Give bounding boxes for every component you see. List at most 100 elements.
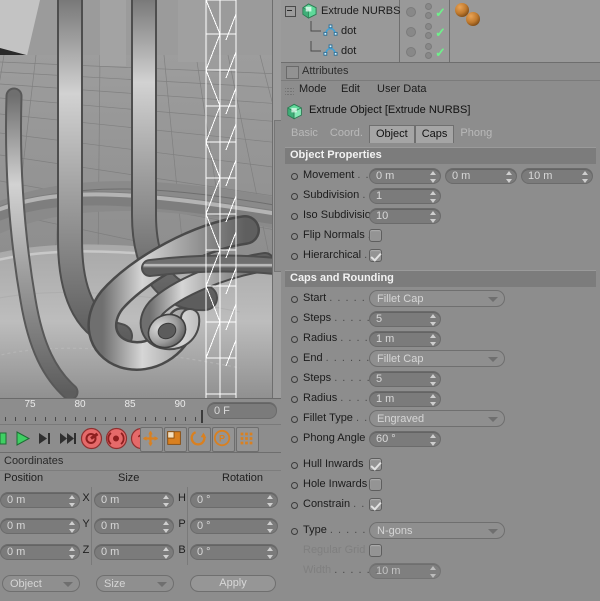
position-field[interactable]: 0 m bbox=[0, 492, 80, 508]
move-tool-icon[interactable] bbox=[140, 427, 163, 452]
panel-toggle-icon[interactable] bbox=[286, 66, 299, 79]
visibility-dot-icon[interactable] bbox=[406, 7, 416, 17]
scale-tool-icon[interactable] bbox=[164, 427, 187, 452]
enabled-check-icon[interactable]: ✓ bbox=[435, 46, 446, 59]
property-bullet-icon[interactable] bbox=[291, 336, 298, 343]
size-field[interactable]: 0 m bbox=[94, 544, 174, 560]
apply-button[interactable]: Apply bbox=[190, 575, 276, 592]
property-bullet-icon[interactable] bbox=[291, 462, 298, 469]
object-manager-row[interactable]: dot ✓ bbox=[281, 21, 600, 41]
constrain-checkbox[interactable] bbox=[369, 498, 382, 511]
viewport-vertical-scrollbar[interactable] bbox=[272, 0, 281, 398]
tab-phong[interactable]: Phong bbox=[454, 125, 498, 143]
property-bullet-icon[interactable] bbox=[291, 193, 298, 200]
tab-basic[interactable]: Basic bbox=[285, 125, 324, 143]
property-bullet-icon[interactable] bbox=[291, 482, 298, 489]
subdivision-field[interactable]: 1 bbox=[369, 188, 441, 204]
spinner-icon[interactable] bbox=[69, 547, 76, 559]
spinner-icon[interactable] bbox=[267, 495, 274, 507]
menu-edit[interactable]: Edit bbox=[341, 83, 360, 95]
tab-caps[interactable]: Caps bbox=[414, 125, 455, 143]
material-tags[interactable] bbox=[453, 2, 493, 28]
position-field[interactable]: 0 m bbox=[0, 544, 80, 560]
spinner-icon[interactable] bbox=[430, 434, 437, 446]
start-steps-field[interactable]: 5 bbox=[369, 311, 441, 327]
end-steps-field[interactable]: 5 bbox=[369, 371, 441, 387]
property-bullet-icon[interactable] bbox=[291, 316, 298, 323]
spinner-icon[interactable] bbox=[430, 211, 437, 223]
property-bullet-icon[interactable] bbox=[291, 528, 298, 535]
property-bullet-icon[interactable] bbox=[291, 356, 298, 363]
iso-subdivision-field[interactable]: 10 bbox=[369, 208, 441, 224]
spinner-icon[interactable] bbox=[430, 334, 437, 346]
parametric-tool-icon[interactable]: P bbox=[212, 427, 235, 452]
timeline-bar[interactable]: 75 80 85 90 0 F bbox=[0, 398, 281, 425]
timeline-end-marker[interactable] bbox=[201, 410, 203, 423]
property-bullet-icon[interactable] bbox=[291, 436, 298, 443]
rotate-tool-icon[interactable] bbox=[188, 427, 211, 452]
spinner-icon[interactable] bbox=[582, 171, 589, 183]
menu-user-data[interactable]: User Data bbox=[377, 83, 427, 95]
viewport-3d[interactable] bbox=[0, 0, 281, 398]
start-dropdown[interactable]: Fillet Cap bbox=[369, 290, 505, 307]
property-bullet-icon[interactable] bbox=[291, 396, 298, 403]
phong-angle-field[interactable]: 60 ° bbox=[369, 431, 441, 447]
type-dropdown[interactable]: N-gons bbox=[369, 522, 505, 539]
object-manager-row[interactable]: Extrude NURBS ✓ bbox=[281, 1, 600, 21]
goto-start-button[interactable] bbox=[0, 427, 10, 450]
spinner-icon[interactable] bbox=[430, 171, 437, 183]
property-bullet-icon[interactable] bbox=[291, 502, 298, 509]
coordinate-mode-dropdown[interactable]: Object bbox=[2, 575, 80, 592]
spinner-icon[interactable] bbox=[430, 394, 437, 406]
spinner-icon[interactable] bbox=[430, 374, 437, 386]
property-bullet-icon[interactable] bbox=[291, 253, 298, 260]
property-bullet-icon[interactable] bbox=[291, 416, 298, 423]
point-mode-icon[interactable] bbox=[236, 427, 259, 452]
hole-inwards-checkbox[interactable] bbox=[369, 478, 382, 491]
editor-visibility-dot-icon[interactable] bbox=[425, 3, 432, 10]
visibility-dot-icon[interactable] bbox=[406, 27, 416, 37]
collapse-expander-icon[interactable] bbox=[285, 6, 296, 17]
visibility-dot-icon[interactable] bbox=[406, 47, 416, 57]
property-bullet-icon[interactable] bbox=[291, 173, 298, 180]
flip-normals-checkbox[interactable] bbox=[369, 229, 382, 242]
rotation-field[interactable]: 0 ° bbox=[190, 518, 278, 534]
object-manager[interactable]: Extrude NURBS ✓ dot ✓ dot ✓ bbox=[281, 0, 600, 62]
enabled-check-icon[interactable]: ✓ bbox=[435, 6, 446, 19]
spinner-icon[interactable] bbox=[506, 171, 513, 183]
viewport-scroll-thumb[interactable] bbox=[274, 120, 281, 272]
render-visibility-dot-icon[interactable] bbox=[425, 12, 432, 19]
spinner-icon[interactable] bbox=[430, 191, 437, 203]
spline-icon[interactable] bbox=[323, 24, 338, 38]
menu-mode[interactable]: Mode bbox=[299, 83, 327, 95]
object-manager-row[interactable]: dot ✓ bbox=[281, 41, 600, 61]
step-forward-button[interactable] bbox=[34, 427, 56, 450]
hierarchical-checkbox[interactable] bbox=[369, 249, 382, 262]
transport-controls[interactable] bbox=[0, 427, 80, 451]
rotation-field[interactable]: 0 ° bbox=[190, 544, 278, 560]
timeline-ruler[interactable]: 75 80 85 90 bbox=[0, 399, 205, 425]
autokey-button[interactable] bbox=[105, 427, 128, 450]
render-visibility-dot-icon[interactable] bbox=[425, 52, 432, 59]
end-dropdown[interactable]: Fillet Cap bbox=[369, 350, 505, 367]
position-field[interactable]: 0 m bbox=[0, 518, 80, 534]
rotation-field[interactable]: 0 ° bbox=[190, 492, 278, 508]
animation-toolbar[interactable]: ? P bbox=[0, 424, 281, 477]
coordinate-size-dropdown[interactable]: Size bbox=[96, 575, 174, 592]
size-field[interactable]: 0 m bbox=[94, 492, 174, 508]
tool-controls[interactable]: P bbox=[140, 427, 281, 477]
spinner-icon[interactable] bbox=[69, 495, 76, 507]
menu-grip-icon[interactable] bbox=[285, 86, 294, 95]
frame-spinner-icon[interactable] bbox=[266, 406, 273, 418]
property-bullet-icon[interactable] bbox=[291, 376, 298, 383]
movement-field-2[interactable]: 0 m bbox=[445, 168, 517, 184]
current-frame-field[interactable]: 0 F bbox=[207, 402, 277, 419]
hull-inwards-checkbox[interactable] bbox=[369, 458, 382, 471]
play-button[interactable] bbox=[11, 427, 33, 450]
spinner-icon[interactable] bbox=[163, 495, 170, 507]
spinner-icon[interactable] bbox=[163, 547, 170, 559]
spinner-icon[interactable] bbox=[430, 314, 437, 326]
property-bullet-icon[interactable] bbox=[291, 296, 298, 303]
spinner-icon[interactable] bbox=[163, 521, 170, 533]
editor-visibility-dot-icon[interactable] bbox=[425, 43, 432, 50]
